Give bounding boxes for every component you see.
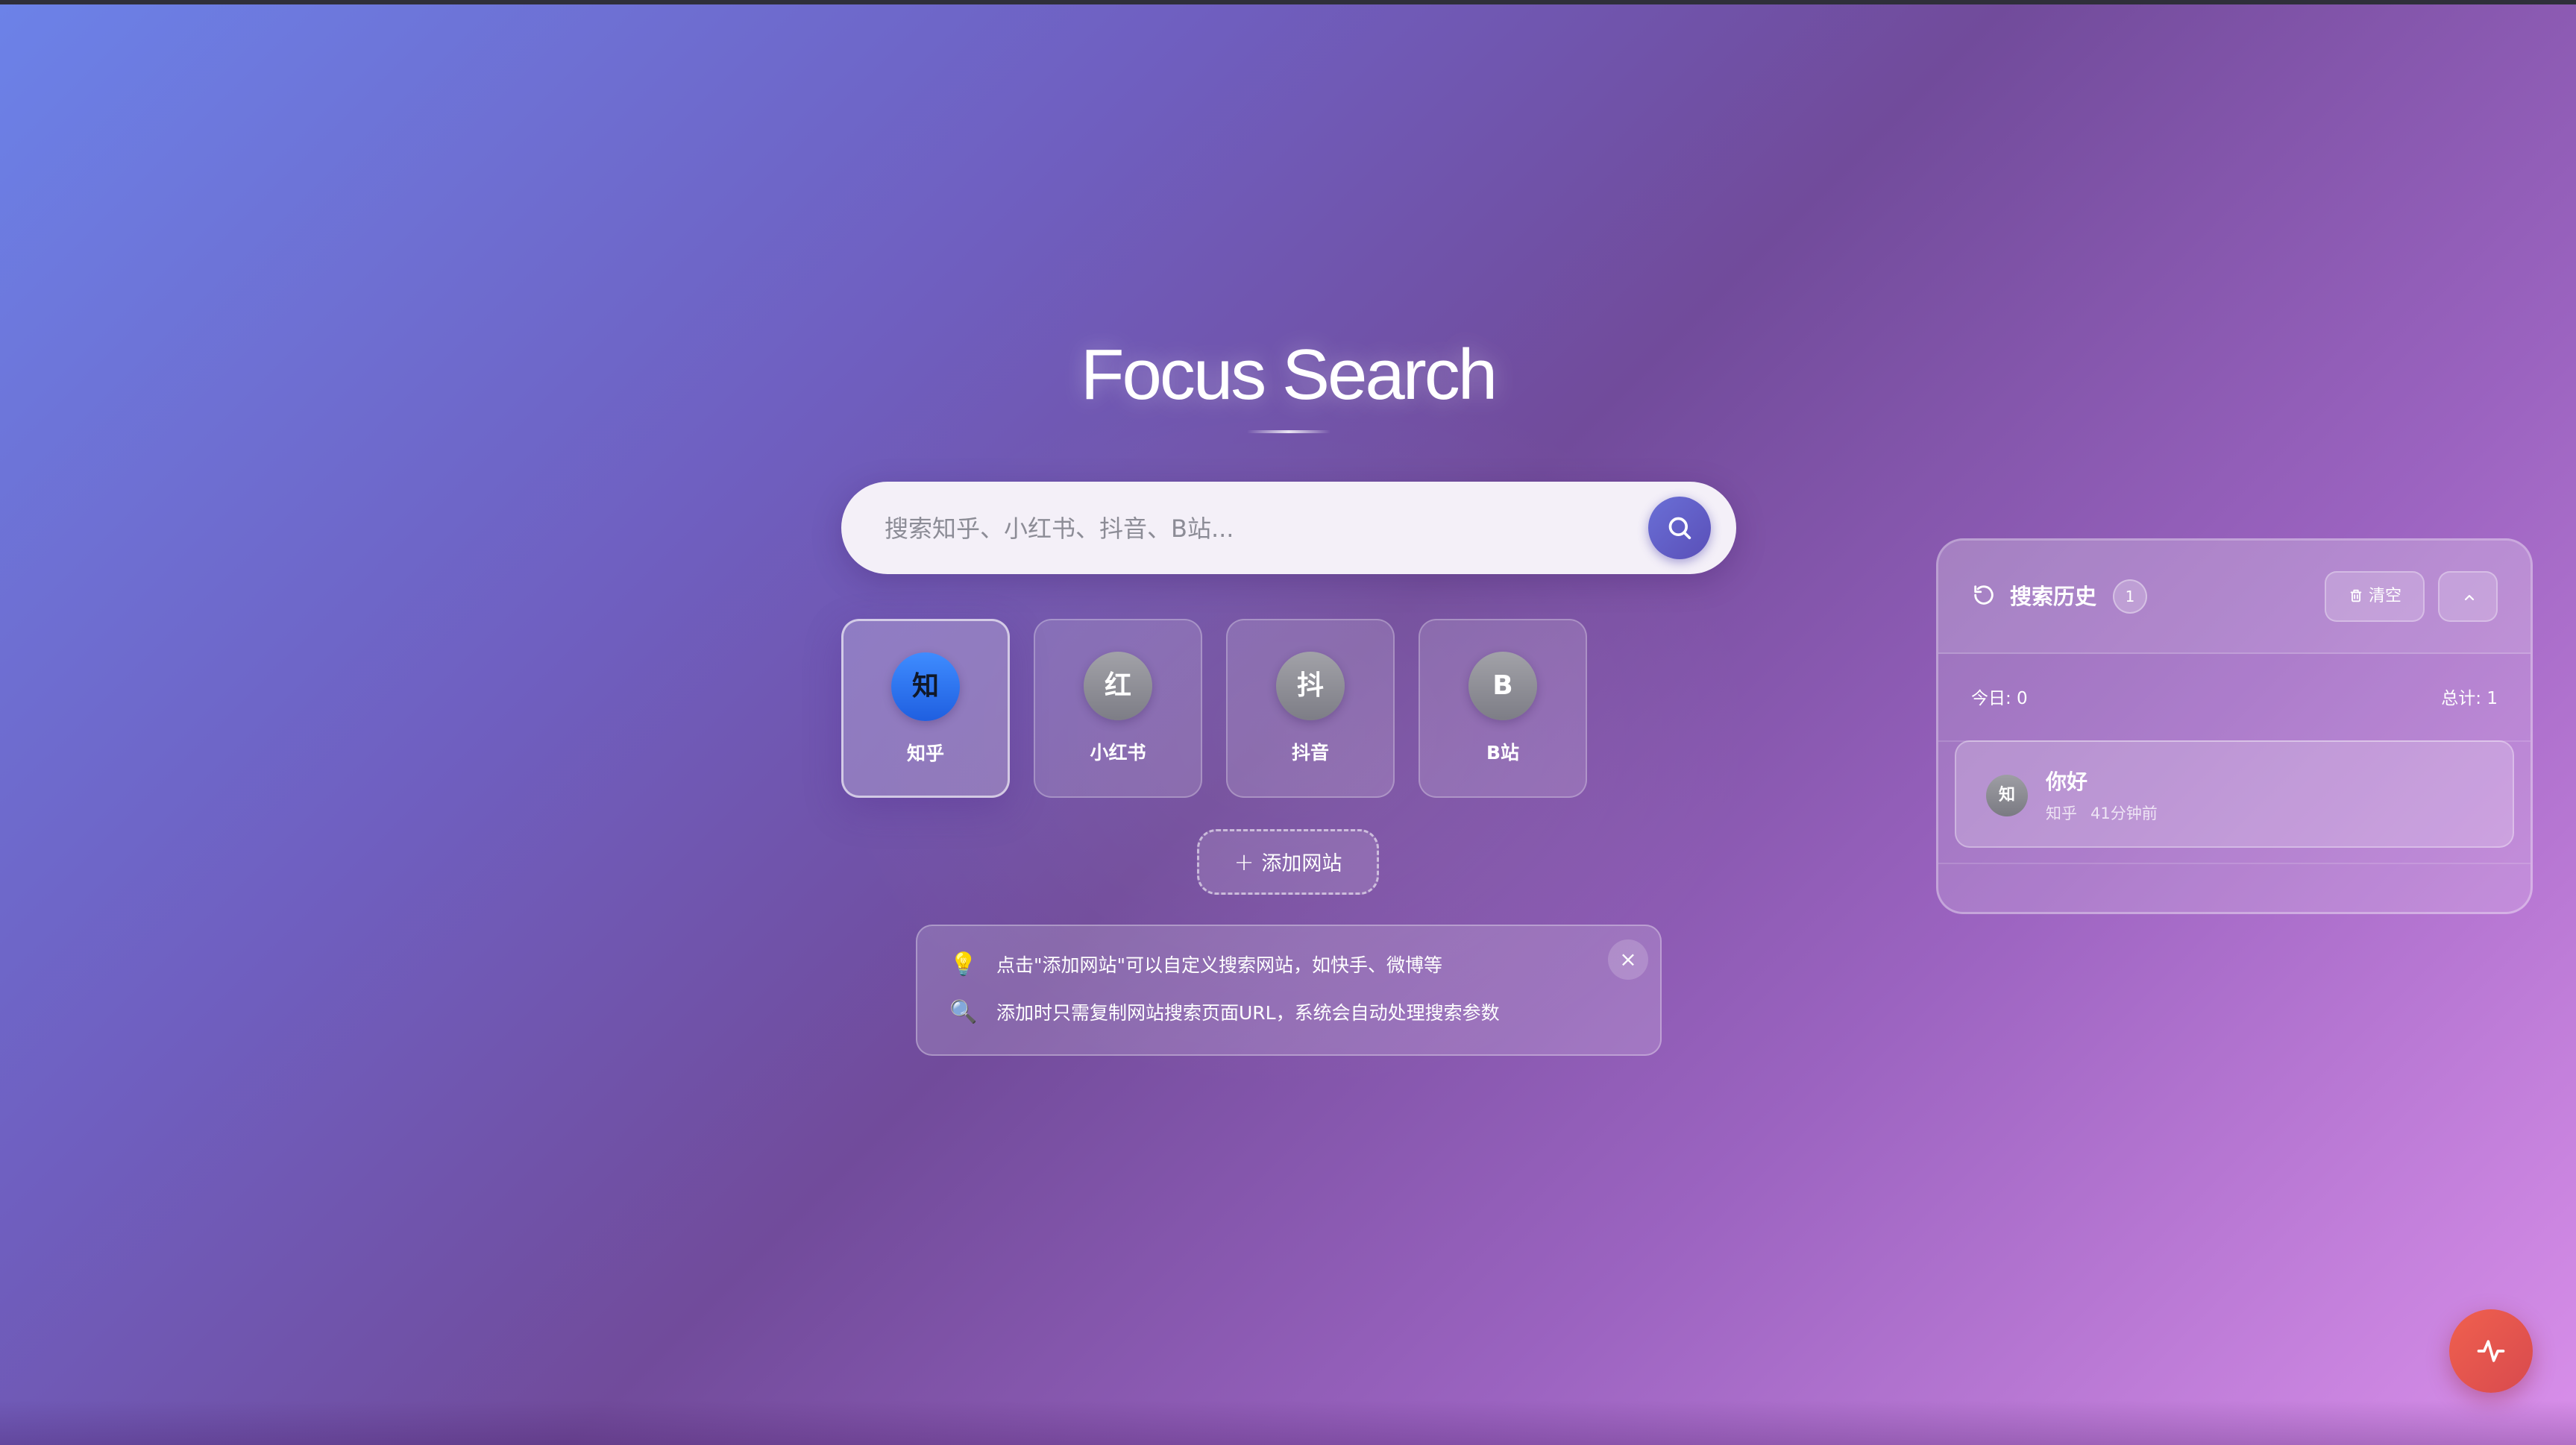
history-icon xyxy=(1974,585,1994,605)
search-history-panel: 搜索历史 1 清空 今日: 0 总计: 1 知 你好 知乎 41分钟前 xyxy=(1936,538,2533,914)
history-header: 搜索历史 1 清空 xyxy=(1938,541,2531,654)
title-underline xyxy=(1247,430,1331,433)
site-card-douyin[interactable]: 抖 抖音 xyxy=(1226,619,1395,798)
history-title: 搜索历史 xyxy=(2010,584,2097,609)
tip-text: 添加时只需复制网站搜索页面URL，系统会自动处理搜索参数 xyxy=(996,1002,1500,1024)
history-item-avatar: 知 xyxy=(1986,775,2028,816)
history-item-time: 41分钟前 xyxy=(2090,805,2158,822)
site-avatar-xiaohongshu: 红 xyxy=(1084,652,1152,720)
history-stats: 今日: 0 总计: 1 xyxy=(1938,654,2531,742)
site-label: 知乎 xyxy=(906,743,944,764)
close-tips-button[interactable]: × xyxy=(1608,939,1648,980)
site-card-zhihu[interactable]: 知 知乎 xyxy=(841,619,1010,798)
history-item-site: 知乎 xyxy=(2046,805,2077,822)
activity-fab-button[interactable] xyxy=(2449,1309,2533,1393)
trash-icon xyxy=(2350,589,2362,602)
search-button[interactable] xyxy=(1648,497,1711,559)
plus-icon: + xyxy=(1234,848,1254,876)
search-icon xyxy=(1668,517,1691,540)
site-label: 抖音 xyxy=(1291,742,1329,764)
site-avatar-douyin: 抖 xyxy=(1276,652,1345,720)
history-divider xyxy=(1938,863,2531,864)
chevron-up-icon xyxy=(2464,594,2475,601)
close-icon: × xyxy=(1619,947,1637,972)
site-label: B站 xyxy=(1486,742,1520,764)
tip-row: 🔍 添加时只需复制网站搜索页面URL，系统会自动处理搜索参数 xyxy=(949,998,1500,1027)
history-count-badge: 1 xyxy=(2113,579,2147,614)
site-avatar-zhihu: 知 xyxy=(891,652,960,721)
site-card-xiaohongshu[interactable]: 红 小红书 xyxy=(1034,619,1202,798)
search-bar xyxy=(841,482,1736,576)
activity-pulse-icon xyxy=(2477,1340,2505,1362)
magnifier-icon: 🔍 xyxy=(949,999,978,1025)
tips-panel: 💡 点击"添加网站"可以自定义搜索网站，如快手、微博等 🔍 添加时只需复制网站搜索页… xyxy=(916,925,1662,1056)
site-card-bilibili[interactable]: B B站 xyxy=(1419,619,1587,798)
lightbulb-icon: 💡 xyxy=(949,951,978,978)
history-item-meta: 知乎 41分钟前 xyxy=(2046,802,2158,824)
tip-row: 💡 点击"添加网站"可以自定义搜索网站，如快手、微博等 xyxy=(949,950,1442,980)
bottom-shade xyxy=(0,1400,2576,1445)
history-item-query: 你好 xyxy=(2046,769,2088,794)
site-avatar-bilibili: B xyxy=(1468,652,1537,720)
tip-text: 点击"添加网站"可以自定义搜索网站，如快手、微博等 xyxy=(996,954,1443,976)
add-site-label: 添加网站 xyxy=(1261,852,1342,875)
collapse-history-button[interactable] xyxy=(2438,571,2498,622)
search-input[interactable] xyxy=(883,482,1632,576)
clear-history-button[interactable]: 清空 xyxy=(2325,571,2425,622)
stat-today: 今日: 0 xyxy=(1971,689,2028,708)
clear-label: 清空 xyxy=(2368,587,2401,605)
add-site-button[interactable]: + 添加网站 xyxy=(1197,829,1379,895)
site-label: 小红书 xyxy=(1090,742,1146,764)
history-item[interactable]: 知 你好 知乎 41分钟前 xyxy=(1955,740,2514,848)
window-top-border xyxy=(0,0,2576,4)
stat-total: 总计: 1 xyxy=(2441,689,2498,708)
app-title: Focus Search xyxy=(1080,335,1498,415)
